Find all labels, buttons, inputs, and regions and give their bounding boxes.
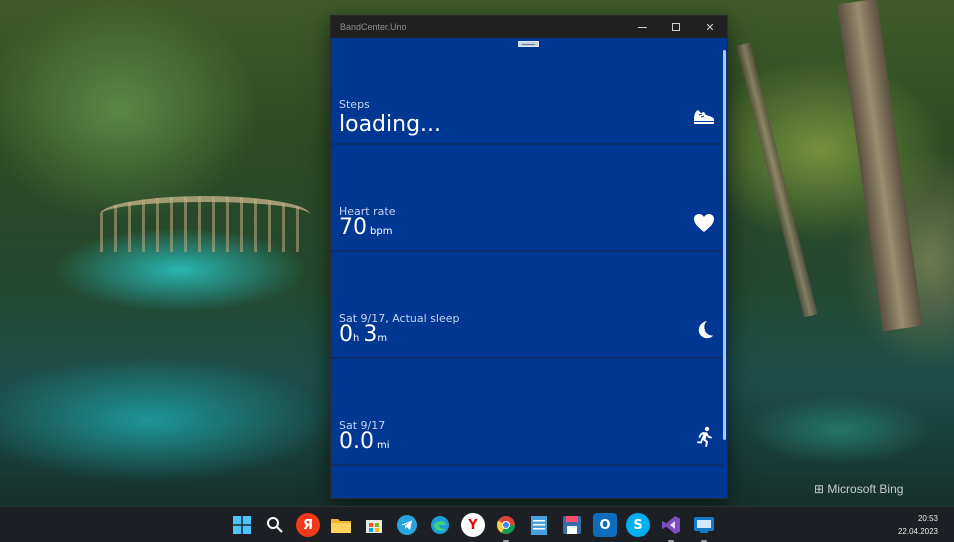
vertical-scrollbar[interactable]: [723, 50, 726, 440]
app-window: BandCenter.Uno ✕ Steps loading... Heart …: [330, 15, 728, 499]
outlook-icon[interactable]: O: [593, 513, 617, 537]
vs-logo-icon: [662, 516, 680, 534]
search-button[interactable]: [263, 513, 287, 537]
yandex-browser-icon[interactable]: Y: [461, 513, 485, 537]
steps-tile[interactable]: Steps loading...: [331, 38, 723, 145]
paper-plane-icon: [397, 515, 417, 535]
minimize-icon: [637, 26, 647, 28]
visual-studio-icon[interactable]: [659, 513, 683, 542]
wallpaper-tree-trunk: [837, 0, 923, 332]
clock-time: 20:53: [917, 514, 938, 523]
running-icon: [691, 424, 717, 450]
search-icon: [267, 517, 283, 533]
maximize-icon: [672, 23, 680, 31]
chrome-logo-icon: [496, 516, 515, 535]
telegram-icon[interactable]: [395, 513, 419, 537]
bing-watermark: ⊞ Microsoft Bing: [814, 482, 904, 496]
save-app-icon[interactable]: [560, 513, 584, 537]
close-button[interactable]: ✕: [693, 16, 727, 38]
yandex-icon[interactable]: Я: [296, 513, 320, 537]
folder-icon: [331, 519, 351, 533]
window-title: BandCenter.Uno: [340, 22, 407, 32]
moon-icon: [691, 317, 717, 343]
wallpaper-tree-trunk: [736, 42, 818, 318]
store-icon[interactable]: [362, 513, 386, 537]
store-bag-icon: [366, 520, 382, 533]
heart-rate-tile[interactable]: Heart rate 70 bpm: [331, 145, 723, 252]
floppy-disk-icon: [563, 516, 581, 534]
edge-logo-icon: [431, 516, 449, 534]
clock-date: 22.04.2023: [897, 527, 938, 536]
sleep-tile[interactable]: Sat 9/17, Actual sleep 0h 3m: [331, 252, 723, 359]
notepad-page-icon: [531, 516, 547, 535]
maximize-button[interactable]: [659, 16, 693, 38]
taskbar: Я Y O S 20:53 22.04.2023: [0, 506, 954, 542]
windows-logo-icon: ⊞: [814, 482, 828, 496]
tile-label: Steps: [339, 98, 370, 111]
file-explorer-icon[interactable]: [329, 513, 353, 537]
title-bar[interactable]: BandCenter.Uno ✕: [331, 16, 727, 38]
edge-icon[interactable]: [428, 513, 452, 537]
heart-rate-value: 70 bpm: [339, 215, 393, 240]
distance-tile[interactable]: Sat 9/17 0.0 mi: [331, 359, 723, 466]
skype-icon[interactable]: S: [626, 513, 650, 537]
taskbar-apps: Я Y O S: [230, 513, 716, 542]
windows-logo-icon: [233, 516, 251, 534]
notepad-icon[interactable]: [527, 513, 551, 537]
distance-value: 0.0 mi: [339, 429, 390, 454]
heart-icon: [691, 210, 717, 236]
close-icon: ✕: [705, 20, 715, 34]
chrome-icon[interactable]: [494, 513, 518, 542]
tile-list: Steps loading... Heart rate 70 bpm Sat 9…: [331, 38, 723, 466]
wallpaper-bridge: [100, 196, 310, 252]
steps-value: loading...: [339, 112, 442, 137]
start-button[interactable]: [230, 513, 254, 537]
remote-app-icon[interactable]: [692, 513, 716, 542]
clock[interactable]: 20:53 22.04.2023: [898, 512, 938, 538]
shoe-icon: [691, 103, 717, 129]
monitor-icon: [694, 517, 714, 533]
minimize-button[interactable]: [625, 16, 659, 38]
sleep-value: 0h 3m: [339, 322, 388, 347]
